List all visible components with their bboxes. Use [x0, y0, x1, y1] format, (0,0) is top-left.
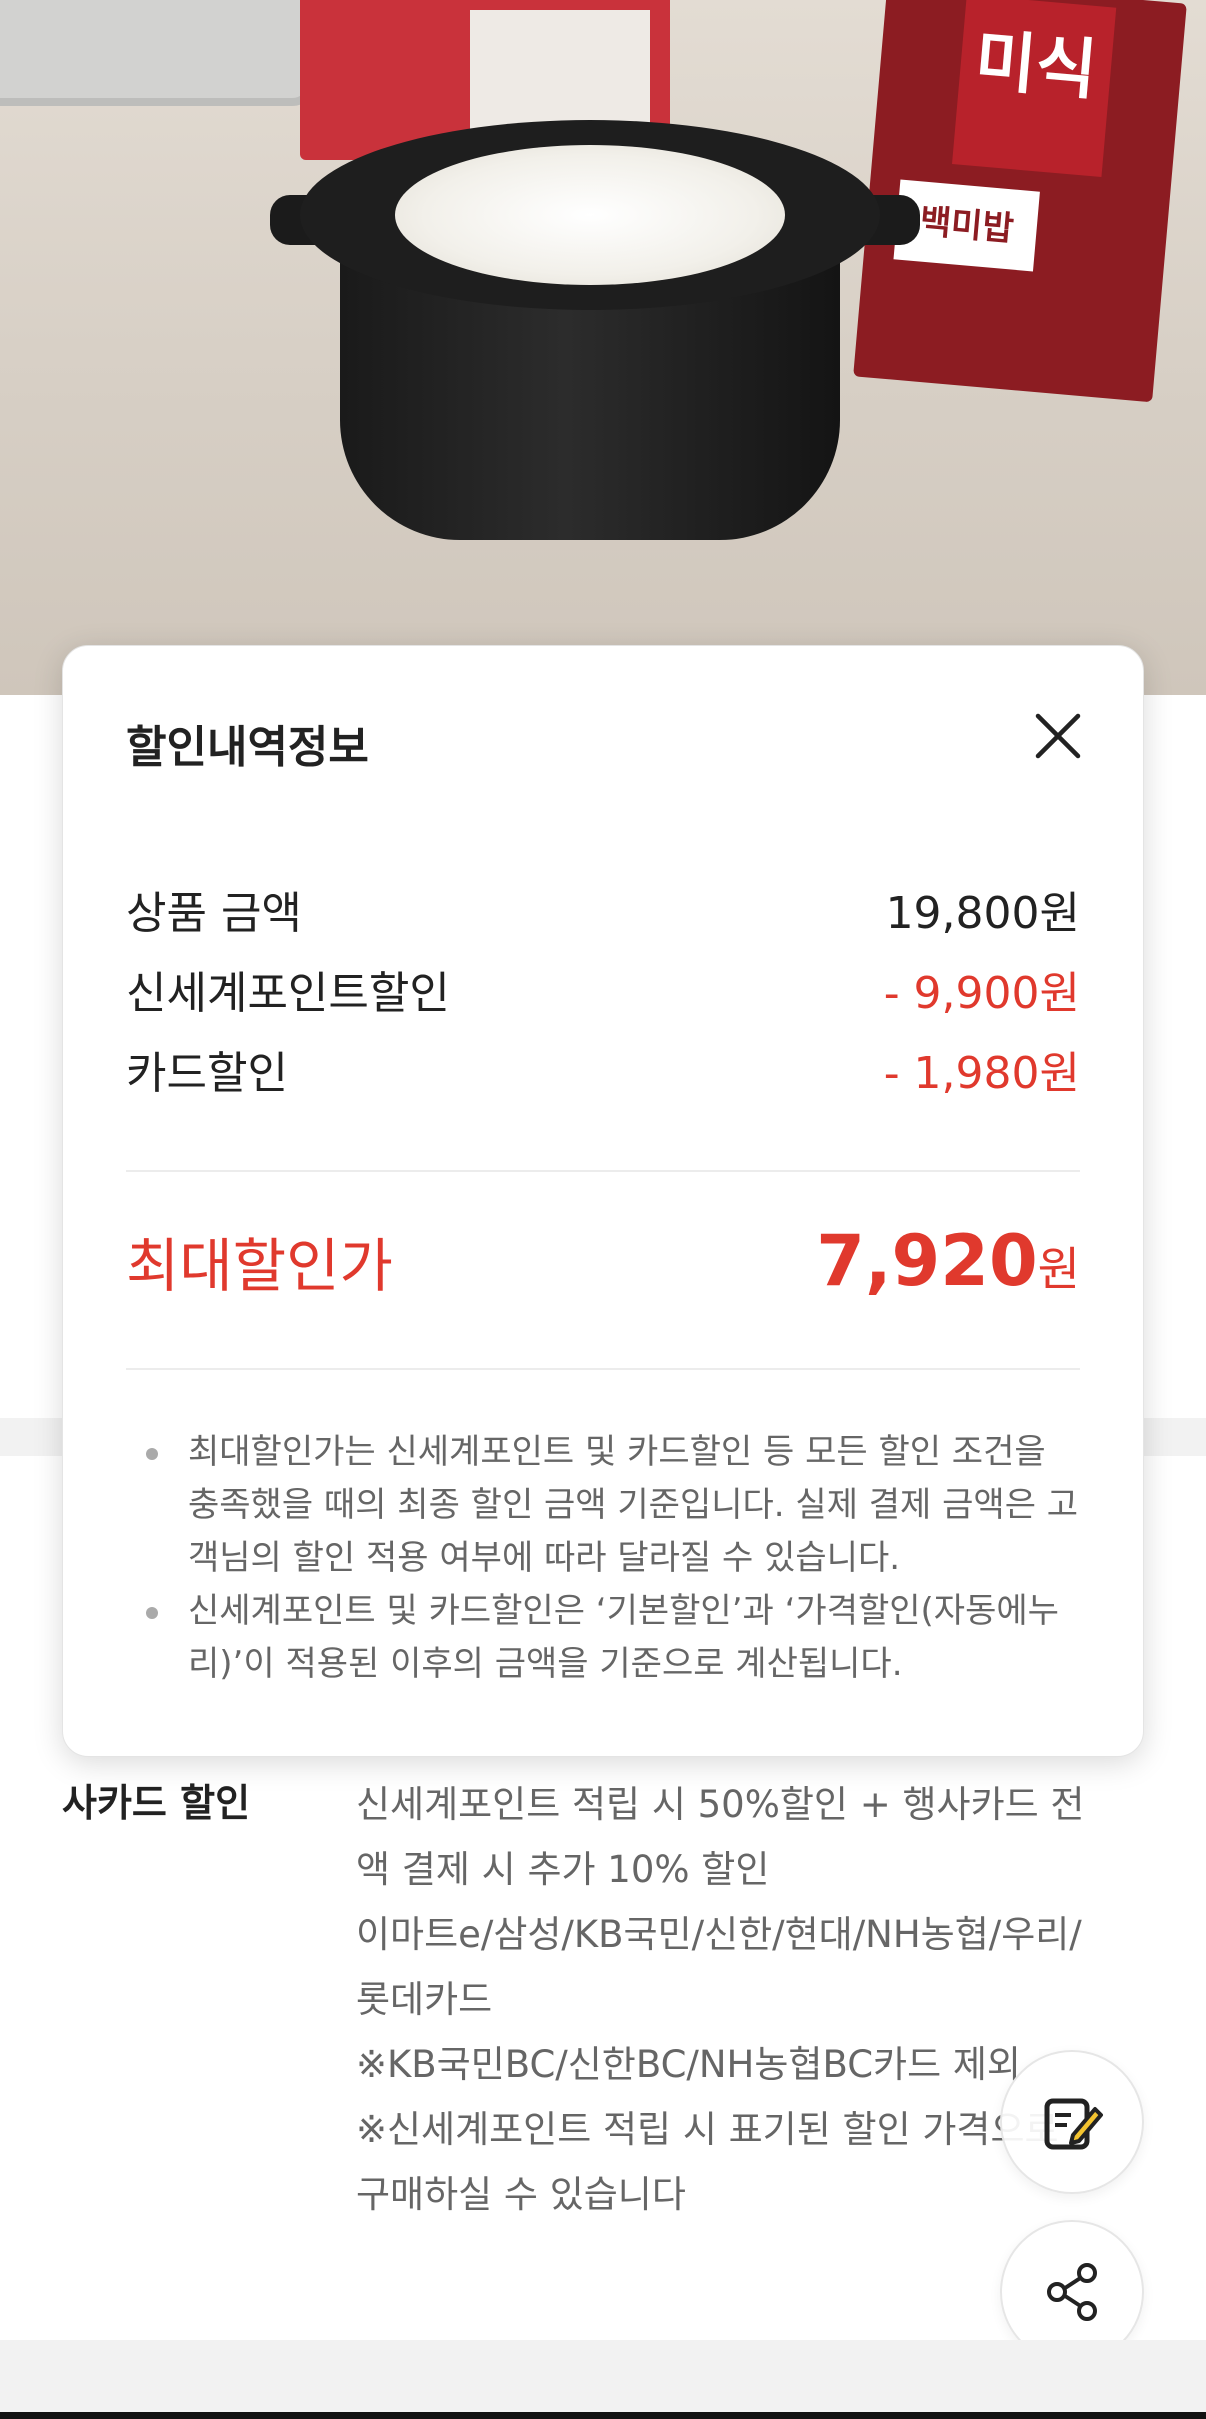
row-value: - 1,980원	[883, 1048, 1080, 1099]
row-value: 19,800원	[885, 888, 1080, 939]
currency-unit: 원	[1037, 1242, 1080, 1296]
max-discount-row: 최대할인가 7,920원	[126, 1206, 1080, 1316]
max-discount-amount: 7,920	[816, 1220, 1038, 1302]
product-image: 미식 백미밥	[0, 0, 1206, 695]
max-discount-value: 7,920원	[816, 1220, 1080, 1302]
product-price-row: 상품 금액 19,800원	[126, 879, 1080, 939]
memo-button[interactable]	[1000, 2050, 1144, 2194]
bottom-band	[0, 2340, 1206, 2419]
row-label: 신세계포인트할인	[126, 968, 450, 1019]
close-button[interactable]	[1023, 701, 1093, 771]
note-item: 신세계포인트 및 카드할인은 ‘기본할인’과 ‘가격할인(자동에누 리)’이 적…	[126, 1585, 1080, 1691]
note-line: 리)’이 적용된 이후의 금액을 기준으로 계산됩니다.	[188, 1644, 903, 1684]
note-line: 객님의 할인 적용 여부에 따라 달라질 수 있습니다.	[188, 1538, 901, 1578]
discount-info-modal: 할인내역정보 상품 금액 19,800원 신세계포인트할인 - 9,900원 카…	[62, 645, 1144, 1757]
row-value: - 9,900원	[883, 968, 1080, 1019]
row-label: 상품 금액	[126, 888, 302, 939]
notes-list: 최대할인가는 신세계포인트 및 카드할인 등 모든 할인 조건을 충족했을 때의…	[126, 1426, 1080, 1691]
bullet	[146, 1448, 158, 1460]
card-discount-line: 신세계포인트 적립 시 50%할인 + 행사카드 전	[356, 1783, 1085, 1826]
card-discount-row: 카드할인 - 1,980원	[126, 1039, 1080, 1099]
bullet	[146, 1607, 158, 1619]
card-discount-line: 이마트e/삼성/KB국민/신한/현대/NH농협/우리/	[356, 1913, 1082, 1956]
modal-title: 할인내역정보	[126, 722, 369, 773]
close-icon	[1035, 713, 1081, 759]
card-discount-line: 액 결제 시 추가 10% 할인	[356, 1848, 770, 1891]
rice-pot	[270, 100, 920, 540]
note-line: 최대할인가는 신세계포인트 및 카드할인 등 모든 할인 조건을	[188, 1432, 1046, 1472]
memo-edit-icon	[1044, 2098, 1103, 2150]
note-line: 신세계포인트 및 카드할인은 ‘기본할인’과 ‘가격할인(자동에누	[188, 1591, 1059, 1631]
note-line: 충족했을 때의 최종 할인 금액 기준입니다. 실제 결제 금액은 고	[188, 1485, 1079, 1525]
point-discount-row: 신세계포인트할인 - 9,900원	[126, 959, 1080, 1019]
note-item: 최대할인가는 신세계포인트 및 카드할인 등 모든 할인 조건을 충족했을 때의…	[126, 1426, 1080, 1585]
divider	[126, 1368, 1080, 1370]
card-discount-line: 롯데카드	[356, 1978, 493, 2021]
divider	[126, 1170, 1080, 1172]
container-tray	[0, 0, 316, 106]
package-brand: 미식	[952, 0, 1117, 178]
rice	[395, 145, 785, 285]
row-label: 카드할인	[126, 1048, 288, 1099]
max-discount-label: 최대할인가	[126, 1232, 393, 1300]
share-icon	[1047, 2263, 1097, 2321]
card-discount-label: 사카드 할인	[62, 1781, 251, 1825]
bottom-bar	[0, 2412, 1206, 2419]
